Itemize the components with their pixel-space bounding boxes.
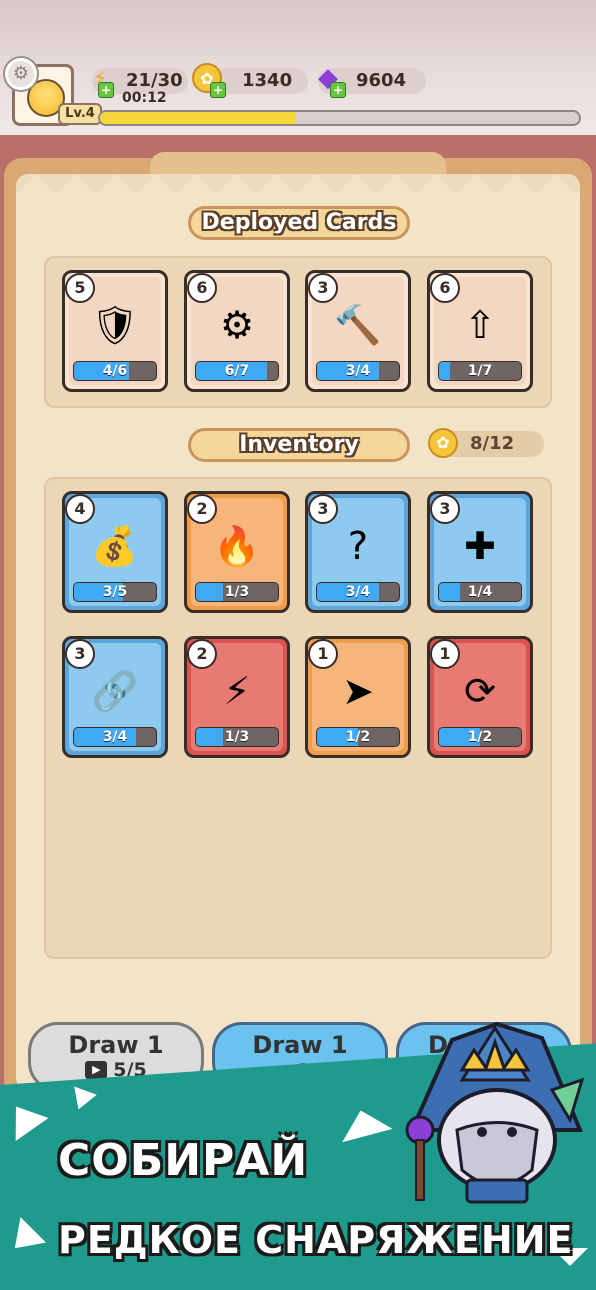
draw-1-gem-label: Draw 1 — [252, 1031, 348, 1059]
energy-plus-icon[interactable]: + — [98, 82, 114, 98]
card-progress-text: 1/3 — [224, 584, 250, 600]
card-progress-bar: 1/4 — [438, 582, 522, 602]
settings-gear-icon[interactable]: ⚙ — [5, 58, 37, 90]
deployed-cards-title: Deployed Cards — [188, 206, 410, 240]
gem-plus-icon[interactable]: + — [330, 82, 346, 98]
card-progress-text: 3/4 — [102, 729, 128, 745]
inventory-title: Inventory — [188, 428, 410, 462]
energy-value: 21/30 — [126, 70, 183, 91]
card[interactable]: 6 ⚙ 6/7 — [184, 270, 290, 392]
card[interactable]: 3 🔗 3/4 — [62, 636, 168, 758]
card[interactable]: 2 🔥 1/3 — [184, 491, 290, 613]
card-progress-bar: 1/3 — [195, 582, 279, 602]
card-progress-bar: 3/4 — [316, 361, 400, 381]
speed-x1-5-icon: ⟳ — [464, 669, 496, 713]
card-progress-text: 1/4 — [467, 584, 493, 600]
level-up-hero-icon: ⇧ — [464, 303, 496, 347]
hammer-tower-icon: 🔨 — [334, 302, 382, 347]
card[interactable]: 1 ➤ 1/2 — [305, 636, 411, 758]
xp-progress-fill — [100, 112, 297, 124]
card[interactable]: 3 ✚ 1/4 — [427, 491, 533, 613]
card-progress-text: 1/3 — [224, 729, 250, 745]
card-progress-bar: 1/2 — [316, 727, 400, 747]
coin-value: 1340 — [242, 70, 293, 91]
shield-plus-icon: 🛡 — [90, 302, 140, 347]
fire-hero-icon: 🔥 — [213, 523, 261, 568]
dash-hero-icon: ➤ — [342, 669, 374, 713]
lightning-icon: ⚡ — [223, 669, 251, 713]
chain-lightning-icon: 🔗 — [91, 668, 139, 713]
card-progress-bar: 6/7 — [195, 361, 279, 381]
xp-progress-bar — [98, 110, 581, 126]
gem-value: 9604 — [356, 70, 407, 91]
card[interactable]: 2 ⚡ 1/3 — [184, 636, 290, 758]
video-ad-icon: ▶ — [85, 1061, 108, 1079]
card[interactable]: 6 ⇧ 1/7 — [427, 270, 533, 392]
card[interactable]: 4 💰 3/5 — [62, 491, 168, 613]
card-progress-text: 1/7 — [467, 363, 493, 379]
card-progress-text: 3/4 — [345, 363, 371, 379]
card-progress-bar: 4/6 — [73, 361, 157, 381]
promo-line-2: РЕДКОЕ СНАРЯЖЕНИЕ — [58, 1218, 574, 1262]
card-progress-bar: 3/5 — [73, 582, 157, 602]
promo-line-1: СОБИРАЙ — [58, 1135, 309, 1186]
heal-tower-icon: ✚ — [464, 524, 496, 568]
card[interactable]: 1 ⟳ 1/2 — [427, 636, 533, 758]
gear-arrows-icon: ⚙ — [219, 303, 255, 347]
card-progress-bar: 1/7 — [438, 361, 522, 381]
draw-1-ad-label: Draw 1 — [68, 1031, 164, 1059]
card-progress-text: 3/5 — [102, 584, 128, 600]
inventory-slot-icon: ✿ — [428, 428, 458, 458]
mystery-hero-icon: ? — [347, 524, 369, 568]
energy-timer: 00:12 — [122, 90, 167, 106]
card-progress-bar: 1/2 — [438, 727, 522, 747]
player-level-badge: Lv.4 — [58, 103, 102, 125]
card-progress-bar: 1/3 — [195, 727, 279, 747]
card[interactable]: 5 🛡 4/6 — [62, 270, 168, 392]
card[interactable]: 3 🔨 3/4 — [305, 270, 411, 392]
money-bag-icon: 💰 — [91, 523, 139, 568]
card-progress-text: 6/7 — [224, 363, 250, 379]
card[interactable]: 3? 3/4 — [305, 491, 411, 613]
card-progress-text: 1/2 — [345, 729, 371, 745]
card-progress-bar: 3/4 — [73, 727, 157, 747]
card-progress-bar: 3/4 — [316, 582, 400, 602]
wizard-mascot-icon — [405, 1021, 585, 1204]
card-progress-text: 1/2 — [467, 729, 493, 745]
card-progress-text: 4/6 — [102, 363, 128, 379]
card-progress-text: 3/4 — [345, 584, 371, 600]
coin-plus-icon[interactable]: + — [210, 82, 226, 98]
